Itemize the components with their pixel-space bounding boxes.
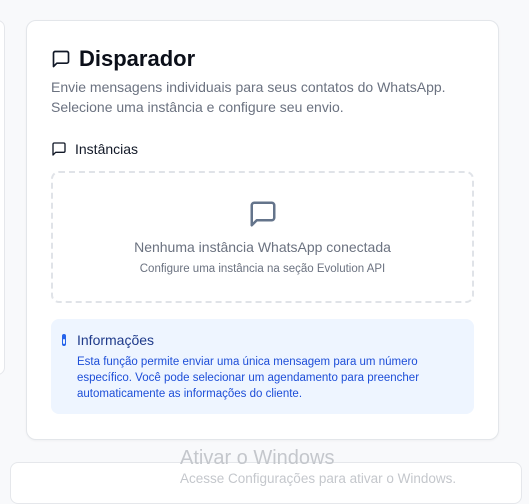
instances-empty-state: Nenhuma instância WhatsApp conectada Con…: [51, 171, 474, 303]
info-text: Esta função permite enviar uma única men…: [77, 356, 420, 400]
windows-activation-subtitle: Acesse Configurações para ativar o Windo…: [180, 471, 457, 486]
card-description: Envie mensagens individuais para seus co…: [51, 79, 446, 115]
info-box: Informações Esta função permite enviar u…: [51, 319, 474, 414]
page-title: Disparador: [79, 46, 196, 71]
message-square-icon: [52, 50, 70, 68]
disparador-card: Disparador Envie mensagens individuais p…: [26, 20, 499, 440]
instances-section-header: Instâncias: [51, 141, 138, 157]
card-header: Disparador: [51, 45, 195, 73]
message-square-icon: [250, 201, 276, 227]
empty-state-subtitle: Configure uma instância na seção Evoluti…: [139, 263, 386, 275]
instances-label: Instâncias: [75, 141, 139, 157]
message-square-icon: [52, 142, 66, 156]
info-title: Informações: [77, 332, 155, 348]
left-panel: [0, 20, 5, 375]
empty-state-title: Nenhuma instância WhatsApp conectada: [134, 239, 391, 255]
windows-activation-title: Ativar o Windows: [180, 447, 335, 469]
info-icon: [62, 334, 66, 346]
